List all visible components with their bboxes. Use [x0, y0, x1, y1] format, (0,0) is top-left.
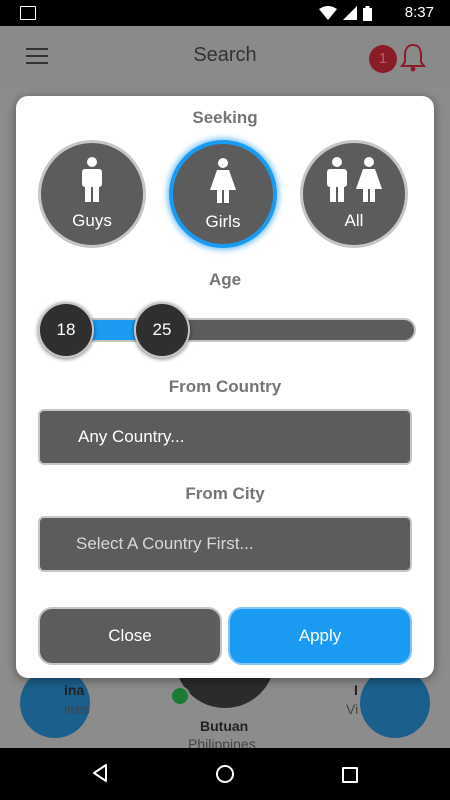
system-nav-bar: [0, 748, 450, 800]
seeking-all-button[interactable]: All: [300, 140, 408, 248]
card-center-country: Philippines: [188, 736, 256, 748]
wifi-icon: [319, 6, 337, 20]
home-icon[interactable]: [216, 765, 234, 783]
card-left-country: ines: [64, 701, 90, 717]
from-country-label: From Country: [168, 377, 282, 396]
country-select[interactable]: Any Country...: [38, 409, 412, 465]
close-button[interactable]: Close: [38, 607, 222, 665]
notification-count-badge[interactable]: 1: [369, 45, 397, 73]
apply-button[interactable]: Apply: [228, 607, 412, 665]
age-max-thumb[interactable]: 25: [134, 302, 190, 358]
seeking-all-label: All: [344, 211, 364, 230]
age-min-thumb[interactable]: 18: [38, 302, 94, 358]
seeking-girls-label: Girls: [205, 212, 241, 231]
clock: 8:37: [404, 4, 434, 21]
status-bar: 8:37: [0, 0, 450, 26]
battery-icon: [363, 5, 372, 21]
card-left-name: ina: [64, 682, 85, 698]
filter-fab-background: [360, 668, 430, 738]
image-notification-icon: [20, 6, 36, 20]
card-center-name: Butuan: [200, 718, 249, 734]
seeking-girls-button[interactable]: Girls: [169, 140, 277, 248]
male-female-icon: [327, 157, 382, 202]
age-label: Age: [208, 270, 242, 289]
app-bar: Search 1: [0, 26, 450, 86]
online-indicator: [170, 686, 190, 706]
recent-apps-icon[interactable]: [342, 767, 358, 783]
status-icons: [319, 5, 372, 21]
bell-icon[interactable]: [400, 42, 426, 72]
back-icon[interactable]: [92, 764, 108, 782]
search-filter-dialog: Seeking Guys Girls All Age 18 25 From Co…: [16, 96, 434, 678]
city-select[interactable]: Select A Country First...: [38, 516, 412, 572]
country-select-value: Any Country...: [78, 427, 185, 446]
seeking-guys-label: Guys: [72, 211, 112, 230]
city-select-placeholder: Select A Country First...: [76, 534, 254, 553]
card-right-country: Vi: [346, 701, 359, 717]
seeking-guys-button[interactable]: Guys: [38, 140, 146, 248]
male-icon: [82, 157, 102, 202]
seeking-label: Seeking: [192, 108, 258, 127]
from-city-label: From City: [185, 484, 265, 503]
female-icon: [210, 158, 236, 203]
signal-icon: [343, 6, 357, 20]
card-right-name: I: [354, 682, 358, 698]
